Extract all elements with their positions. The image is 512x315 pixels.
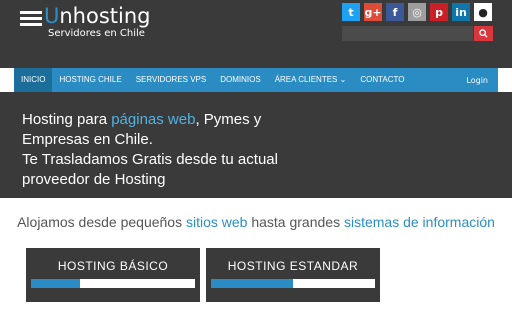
search-icon xyxy=(479,29,488,38)
nav-inicio[interactable]: INICIO xyxy=(14,68,53,92)
pinterest-icon[interactable]: p xyxy=(430,3,448,21)
hero-text: Hosting para páginas web, Pymes y Empres… xyxy=(22,111,278,188)
nav-dominios[interactable]: DOMINIOS xyxy=(213,68,267,92)
plan-progress-fill xyxy=(31,279,81,288)
login-link[interactable]: Login xyxy=(466,76,488,85)
header: Unhosting Servidores en Chile t g+ f ◎ p… xyxy=(0,0,512,68)
search-input[interactable] xyxy=(342,26,473,41)
tagline-link-sitios[interactable]: sitios web xyxy=(186,214,247,230)
search-box xyxy=(342,26,493,41)
plan-title: HOSTING BÁSICO xyxy=(57,259,169,273)
hero-link[interactable]: páginas web xyxy=(111,111,195,128)
nav-servidores-vps[interactable]: SERVIDORES VPS xyxy=(129,68,214,92)
plan-progress-bar xyxy=(211,279,375,288)
logo-subtitle: Servidores en Chile xyxy=(48,28,145,39)
google-plus-icon[interactable]: g+ xyxy=(364,3,382,21)
tagline-link-sistemas[interactable]: sistemas de información xyxy=(344,214,495,230)
logo[interactable]: Unhosting Servidores en Chile xyxy=(20,4,151,40)
plan-title: HOSTING ESTANDAR xyxy=(227,259,359,273)
facebook-icon[interactable]: f xyxy=(386,3,404,21)
plan-progress-fill xyxy=(211,279,293,288)
instagram-icon[interactable]: ◎ xyxy=(408,3,426,21)
plan-card-estandar[interactable]: HOSTING ESTANDAR xyxy=(206,248,380,302)
main-nav: INICIO HOSTING CHILE SERVIDORES VPS DOMI… xyxy=(14,68,498,92)
nav-area-clientes[interactable]: ÁREA CLIENTES ⌄ xyxy=(268,68,354,92)
server-icon xyxy=(20,8,42,30)
plan-progress-bar xyxy=(31,279,195,288)
nav-hosting-chile[interactable]: HOSTING CHILE xyxy=(52,68,128,92)
social-links: t g+ f ◎ p in ● xyxy=(342,3,492,21)
github-icon[interactable]: ● xyxy=(474,3,492,21)
logo-title: Unhosting xyxy=(44,4,151,28)
chevron-down-icon: ⌄ xyxy=(339,75,347,84)
tagline: Alojamos desde pequeños sitios web hasta… xyxy=(17,214,495,230)
search-button[interactable] xyxy=(474,26,493,41)
linkedin-icon[interactable]: in xyxy=(452,3,470,21)
plan-card-basico[interactable]: HOSTING BÁSICO xyxy=(26,248,200,302)
twitter-icon[interactable]: t xyxy=(342,3,360,21)
nav-contacto[interactable]: CONTACTO xyxy=(353,68,411,92)
hero-banner: Hosting para páginas web, Pymes y Empres… xyxy=(0,92,512,198)
